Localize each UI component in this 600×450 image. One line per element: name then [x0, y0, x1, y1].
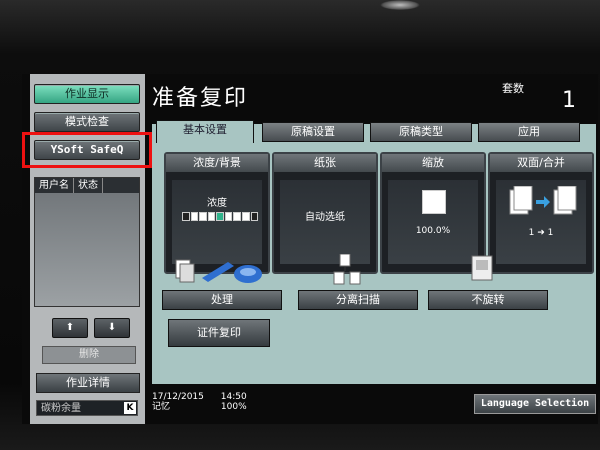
duplex-tile-body: 1 ➜ 1: [496, 180, 586, 264]
job-details-button[interactable]: 作业详情: [36, 373, 140, 393]
zoom-value: 100.0%: [415, 226, 451, 236]
left-panel: 作业显示 模式检查 YSoft SafeQ 用户名 状态 ⬆ ⬇ 删除 作业详情…: [30, 74, 145, 424]
job-display-button[interactable]: 作业显示: [34, 84, 140, 104]
job-list-header: 用户名 状态: [35, 178, 139, 193]
date-text: 17/12/2015: [152, 392, 204, 402]
no-rotate-icon: [471, 255, 493, 281]
tab-original-type[interactable]: 原稿类型: [370, 122, 472, 142]
memory-label: 记忆: [152, 402, 171, 412]
density-label: 浓度: [207, 198, 227, 209]
duplex-tile-header: 双面/合并: [490, 154, 592, 172]
separate-scan-icon: [333, 254, 361, 285]
density-tile-header: 浓度/背景: [166, 154, 268, 172]
language-selection-button[interactable]: Language Selection: [474, 394, 596, 414]
density-tile-body: 浓度: [172, 180, 262, 264]
zoom-page-icon: [422, 190, 446, 214]
memory-value: 100%: [220, 402, 247, 412]
delete-button[interactable]: 删除: [42, 346, 136, 364]
highlight-box: [22, 132, 152, 168]
toner-level: 碳粉余量 K: [36, 400, 138, 416]
scroll-down-button[interactable]: ⬇: [94, 318, 130, 338]
finishing-button[interactable]: 处理: [162, 290, 282, 310]
id-copy-button[interactable]: 证件复印: [168, 319, 270, 347]
tab-basic[interactable]: 基本设置: [156, 120, 254, 143]
tab-original-settings[interactable]: 原稿设置: [262, 122, 364, 142]
tab-application[interactable]: 应用: [478, 122, 580, 142]
main-panel: 基本设置 原稿设置 原稿类型 应用 浓度/背景 浓度 纸张 自动选纸 缩放 10…: [152, 120, 596, 384]
paper-value: 自动选纸: [305, 212, 345, 223]
toner-label: 碳粉余量: [41, 403, 81, 414]
duplex-value: 1 ➜ 1: [528, 228, 554, 238]
column-username: 用户名: [35, 178, 74, 193]
duplex-tile[interactable]: 双面/合并 1 ➜ 1: [488, 152, 594, 274]
mode-check-button[interactable]: 模式检查: [34, 112, 140, 132]
duplex-pages-icon: [509, 186, 577, 215]
density-scale: [182, 212, 259, 221]
no-rotate-button[interactable]: 不旋转: [428, 290, 548, 310]
light-glare: [380, 0, 420, 10]
job-list[interactable]: 用户名 状态: [34, 177, 140, 307]
toner-color-indicator: K: [124, 402, 136, 414]
status-bar: 17/12/2015 14:50 记忆 100%: [152, 392, 247, 412]
finishing-icon: [175, 259, 262, 283]
sets-label: 套数: [502, 82, 524, 95]
touch-screen: 作业显示 模式检查 YSoft SafeQ 用户名 状态 ⬆ ⬇ 删除 作业详情…: [22, 74, 598, 424]
paper-tile-body: 自动选纸: [280, 180, 370, 264]
scroll-up-button[interactable]: ⬆: [52, 318, 88, 338]
paper-tile-header: 纸张: [274, 154, 376, 172]
column-status: 状态: [74, 178, 103, 193]
time-text: 14:50: [220, 392, 247, 402]
zoom-tile-body: 100.0%: [388, 180, 478, 264]
separate-scan-button[interactable]: 分离扫描: [298, 290, 418, 310]
zoom-tile-header: 缩放: [382, 154, 484, 172]
sets-value[interactable]: 1: [562, 88, 576, 113]
page-title: 准备复印: [152, 86, 249, 111]
